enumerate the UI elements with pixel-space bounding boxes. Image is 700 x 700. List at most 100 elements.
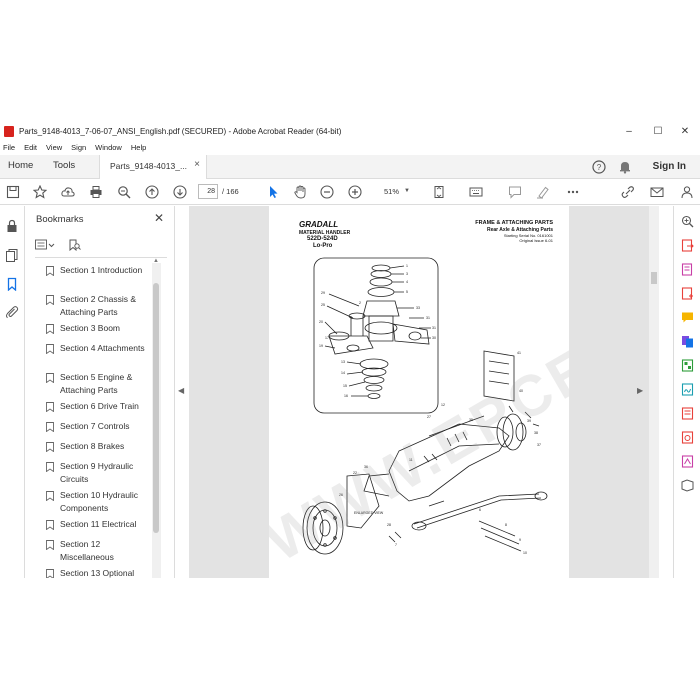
- print-icon[interactable]: [89, 185, 103, 199]
- zoom-in-icon[interactable]: [348, 185, 362, 199]
- mail-icon[interactable]: [650, 185, 664, 199]
- combine-files-tool-icon[interactable]: [681, 335, 694, 348]
- menu-edit[interactable]: Edit: [24, 143, 37, 152]
- svg-text:8: 8: [505, 523, 507, 527]
- collapse-right-icon[interactable]: ▶: [637, 386, 643, 395]
- menu-help[interactable]: Help: [131, 143, 146, 152]
- upload-icon[interactable]: [61, 185, 75, 199]
- bookmark-icon: [46, 491, 54, 501]
- page-up-icon[interactable]: [145, 185, 159, 199]
- bookmark-icon: [46, 373, 54, 383]
- maximize-button[interactable]: ☐: [643, 122, 673, 140]
- edit-pdf-tool-icon[interactable]: [681, 263, 694, 276]
- bookmark-label: Section 3 Boom: [60, 323, 121, 333]
- svg-text:37: 37: [537, 443, 541, 447]
- minimize-button[interactable]: –: [614, 122, 644, 140]
- page-total: / 166: [222, 187, 239, 196]
- more-icon[interactable]: [566, 185, 580, 199]
- profile-icon[interactable]: [680, 185, 694, 199]
- zoom-out-icon[interactable]: [320, 185, 334, 199]
- save-icon[interactable]: [6, 185, 20, 199]
- close-window-button[interactable]: ✕: [670, 122, 700, 140]
- document-viewer[interactable]: GRADALL MATERIAL HANDLER 522D-524D Lo-Pr…: [189, 206, 649, 578]
- bookmark-label: Section 12 Miscellaneous: [60, 539, 114, 562]
- title-bar: Parts_9148-4013_7-06-07_ANSI_English.pdf…: [0, 122, 700, 140]
- svg-text:41: 41: [517, 351, 521, 355]
- star-icon[interactable]: [33, 185, 47, 199]
- svg-text:30: 30: [432, 336, 436, 340]
- bookmark-icon: [46, 324, 54, 334]
- svg-text:31: 31: [432, 326, 436, 330]
- notifications-bell-icon[interactable]: [618, 160, 632, 174]
- page-down-icon[interactable]: [173, 185, 187, 199]
- select-arrow-icon[interactable]: [266, 185, 280, 199]
- more-tools-icon[interactable]: [681, 479, 694, 492]
- svg-text:16: 16: [344, 394, 348, 398]
- expand-bookmark-icon[interactable]: [67, 238, 81, 252]
- print-production-tool-icon[interactable]: [681, 455, 694, 468]
- attachment-paperclip-icon[interactable]: [5, 305, 19, 319]
- bookmarks-title: Bookmarks: [36, 214, 84, 225]
- svg-text:19: 19: [319, 344, 323, 348]
- close-tab-icon[interactable]: ×: [194, 159, 200, 170]
- menu-window[interactable]: Window: [95, 143, 122, 152]
- svg-text:33: 33: [416, 306, 420, 310]
- bookmark-list: Section 1 Introduction Section 2 Chassis…: [35, 257, 167, 578]
- share-icon[interactable]: [621, 185, 635, 199]
- bookmark-label: Section 8 Brakes: [60, 441, 125, 451]
- pages-thumbnails-icon[interactable]: [5, 248, 19, 262]
- search-icon[interactable]: [117, 185, 131, 199]
- protect-tool-icon[interactable]: [681, 431, 694, 444]
- sign-in-button[interactable]: Sign In: [653, 161, 686, 172]
- keyboard-icon[interactable]: [469, 185, 483, 199]
- hand-icon[interactable]: [293, 185, 307, 199]
- menu-file[interactable]: File: [3, 143, 15, 152]
- bookmarks-panel: Bookmarks ✕ Section 1 Introduction Secti…: [25, 206, 175, 578]
- close-bookmarks-icon[interactable]: ✕: [154, 211, 164, 225]
- menu-bar: File Edit View Sign Window Help: [0, 141, 155, 154]
- left-tool-rail: [0, 206, 25, 578]
- bookmarks-scrollbar[interactable]: [152, 263, 161, 578]
- fill-sign-tool-icon[interactable]: [681, 383, 694, 396]
- bookmark-label: Section 6 Drive Train: [60, 401, 139, 411]
- tab-tools[interactable]: Tools: [53, 160, 75, 171]
- svg-text:29: 29: [321, 291, 325, 295]
- bookmark-icon: [46, 462, 54, 472]
- tab-document[interactable]: Parts_9148-4013_... ×: [99, 155, 207, 179]
- menu-sign[interactable]: Sign: [71, 143, 86, 152]
- menu-view[interactable]: View: [46, 143, 62, 152]
- comment-tool-icon[interactable]: [681, 311, 694, 324]
- zoom-search-tool-icon[interactable]: [681, 215, 694, 228]
- document-scroll-thumb[interactable]: [651, 272, 657, 284]
- svg-text:7: 7: [395, 543, 397, 547]
- pdf-page: GRADALL MATERIAL HANDLER 522D-524D Lo-Pr…: [269, 206, 569, 578]
- fit-page-icon[interactable]: [432, 185, 446, 199]
- lock-icon[interactable]: [5, 219, 19, 233]
- comment-icon[interactable]: [508, 185, 522, 199]
- bookmark-icon: [46, 569, 54, 578]
- panel-splitter[interactable]: ◀: [175, 206, 189, 578]
- bookmark-options-icon[interactable]: [35, 238, 57, 250]
- bookmark-label: Section 9 Hydraulic Circuits: [60, 461, 134, 484]
- svg-text:13: 13: [341, 360, 345, 364]
- page-number-input[interactable]: 28: [198, 184, 218, 199]
- bookmark-panel-icon[interactable]: [5, 277, 19, 292]
- bookmarks-scroll-thumb[interactable]: [153, 283, 159, 533]
- svg-text:17: 17: [325, 336, 329, 340]
- send-for-review-tool-icon[interactable]: [681, 407, 694, 420]
- svg-text:31: 31: [426, 316, 430, 320]
- highlight-icon[interactable]: [536, 185, 550, 199]
- svg-text:15: 15: [343, 384, 347, 388]
- help-icon[interactable]: ?: [592, 160, 606, 174]
- window-title: Parts_9148-4013_7-06-07_ANSI_English.pdf…: [19, 126, 342, 136]
- document-scrollbar[interactable]: [649, 206, 659, 578]
- export-pdf-tool-icon[interactable]: [681, 239, 694, 252]
- bookmark-label: Section 5 Engine & Attaching Parts: [60, 372, 133, 395]
- create-pdf-tool-icon[interactable]: [681, 287, 694, 300]
- svg-text:4: 4: [406, 280, 408, 284]
- collapse-left-icon[interactable]: ◀: [178, 386, 184, 395]
- zoom-dropdown-icon[interactable]: ▼: [404, 188, 410, 194]
- svg-text:1: 1: [406, 264, 408, 268]
- tab-home[interactable]: Home: [8, 160, 33, 171]
- organize-pages-tool-icon[interactable]: [681, 359, 694, 372]
